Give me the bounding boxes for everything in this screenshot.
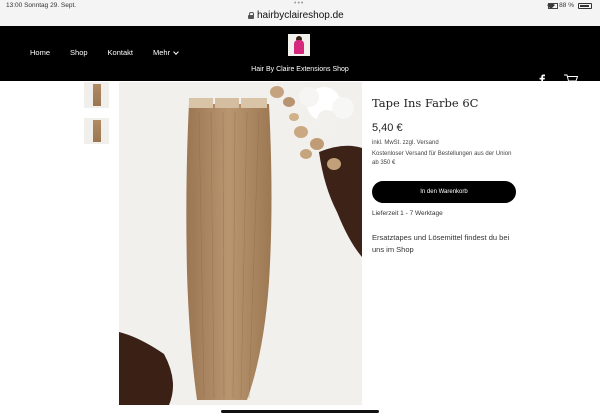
free-shipping-note: Kostenloser Versand für Bestellungen aus… [372,151,512,166]
hair-extension-photo [119,86,362,405]
battery-icon [578,2,592,9]
tabs-icon[interactable] [548,3,558,9]
site-title[interactable]: Hair By Claire Extensions Shop [0,66,600,73]
home-indicator[interactable] [221,410,379,413]
nav-more-label: Mehr [152,48,171,57]
thumbnail-1[interactable] [84,82,109,108]
thumbnail-2[interactable] [84,118,109,144]
battery-percent: 88 % [559,2,574,9]
add-to-cart-button[interactable]: In den Warenkorb [372,181,516,203]
facebook-icon[interactable] [538,74,546,84]
multitask-dots[interactable]: ••• [294,0,304,7]
product-price: 5,40 € [372,122,403,134]
site-logo[interactable] [288,34,310,56]
logo-figure-body [294,40,304,54]
main-nav: Home Shop Kontakt Mehr [30,48,198,57]
status-time-date: 13:00 Sonntag 29. Sept. [6,2,77,9]
lock-icon [248,12,254,19]
url-text: hairbyclaireshop.de [257,10,344,21]
product-title: Tape Ins Farbe 6C [372,96,479,110]
nav-shop[interactable]: Shop [70,48,88,57]
chevron-down-icon [173,48,179,55]
cart-icon[interactable] [564,74,578,84]
thumbnail-hair-image [93,120,101,142]
delivery-time: Lieferzeit 1 - 7 Werktage [372,210,443,217]
address-bar[interactable]: hairbyclaireshop.de [248,10,344,21]
product-image[interactable] [119,82,362,405]
thumbnail-hair-image [93,84,101,106]
nav-kontakt[interactable]: Kontakt [108,48,133,57]
tax-shipping-line[interactable]: inkl. MwSt. zzgl. Versand [372,140,439,146]
ios-status-bar: 13:00 Sonntag 29. Sept. ••• hairbyclaire… [0,0,600,26]
product-info-text: Ersatztapes und Lösemittel findest du be… [372,233,510,254]
nav-home[interactable]: Home [30,48,50,57]
site-header: Home Shop Kontakt Mehr Hair By Claire Ex… [0,26,600,84]
nav-more[interactable]: Mehr [152,48,179,57]
